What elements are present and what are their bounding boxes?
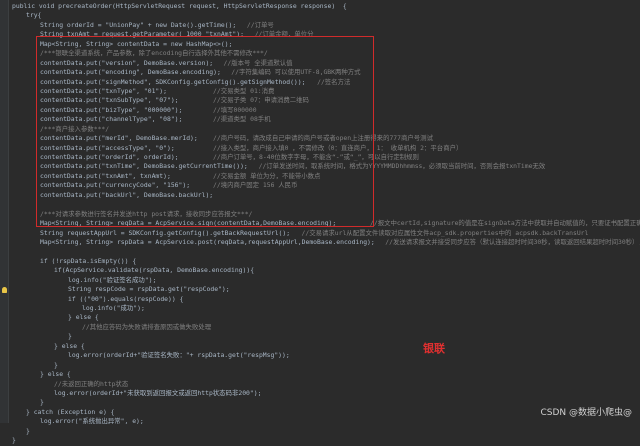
code-comment: //订单号 [246, 20, 274, 29]
code-line[interactable]: } [8, 332, 640, 341]
code-line[interactable]: } else { [8, 342, 640, 351]
watermark: CSDN @数据小爬虫@ [540, 408, 632, 418]
code-line[interactable]: try{ [8, 11, 640, 20]
code-text: //其他应答码为失败请排查原因或做失败处理 [82, 322, 212, 331]
code-line[interactable]: String respCode = rspData.get("respCode"… [8, 285, 640, 294]
code-line[interactable]: //其他应答码为失败请排查原因或做失败处理 [8, 323, 640, 332]
code-text: //未返回正确的http状态 [54, 379, 129, 388]
code-line[interactable]: } else { [8, 313, 640, 322]
code-comment: //发送请求报文并接受同步应答（默认连接超时时间30秒，读取返回结果超时时间30… [385, 237, 640, 246]
code-text: } catch (Exception e) { [26, 407, 115, 416]
code-text: Map<String, String> rspData = AcpService… [40, 237, 375, 246]
code-comment: //报文中certId,signature的值是在signData方法中获取并自… [370, 219, 640, 228]
code-text: } [12, 436, 16, 445]
code-text: log.info("验证签名成功"); [68, 275, 157, 284]
code-text: String respCode = rspData.get("respCode"… [68, 285, 230, 294]
code-text: log.info("成功"); [82, 304, 145, 312]
code-line[interactable]: log.info("验证签名成功"); [8, 276, 640, 285]
code-line[interactable]: //未返回正确的http状态 [8, 380, 640, 389]
code-text: } [54, 360, 58, 369]
code-text: public void precreateOrder(HttpServletRe… [12, 2, 347, 10]
code-line[interactable]: if (!rspData.isEmpty()) { [8, 257, 640, 266]
code-text: log.error(orderId+"验证签名失败："+ rspData.get… [68, 351, 290, 360]
code-text: } [68, 332, 72, 341]
code-line[interactable]: log.error(orderId+"未获取到返回报文或返回http状态码非20… [8, 389, 640, 398]
code-text: if (!rspData.isEmpty()) { [40, 256, 137, 265]
code-text: String orderId = "UnionPay" + new Date()… [40, 20, 237, 29]
code-line[interactable]: String orderId = "UnionPay" + new Date()… [8, 21, 640, 30]
code-line[interactable]: log.error("系统抛出异常", e); [8, 417, 640, 426]
code-text: try{ [26, 11, 42, 20]
code-line[interactable]: if (("00").equals(respCode)) { [8, 295, 640, 304]
code-line[interactable] [8, 247, 640, 256]
code-text: log.error(orderId+"未获取到返回报文或返回http状态码非20… [54, 388, 262, 397]
code-line[interactable]: log.info("成功"); [8, 304, 640, 313]
code-line[interactable]: } [8, 427, 640, 436]
code-text: } else { [68, 313, 99, 322]
code-line[interactable]: public void precreateOrder(HttpServletRe… [8, 2, 640, 11]
code-editor[interactable]: public void precreateOrder(HttpServletRe… [0, 0, 640, 444]
code-text: if (("00").equals(respCode)) { [68, 294, 184, 303]
code-line[interactable]: } [8, 436, 640, 445]
code-text: String requestAppUrl = SDKConfig.getConf… [40, 228, 291, 237]
code-text: } [26, 426, 30, 435]
code-comment: //交易请求url从配置文件读取对应属性文件acp_sdk.properties… [301, 228, 589, 237]
code-text: log.error("系统抛出异常", e); [40, 417, 144, 426]
code-line[interactable]: } [8, 361, 640, 370]
code-text: } [40, 398, 44, 407]
code-line[interactable]: } else { [8, 370, 640, 379]
code-text: if(AcpService.validate(rspData, DemoBase… [54, 266, 255, 275]
code-line[interactable]: String requestAppUrl = SDKConfig.getConf… [8, 229, 640, 238]
lightbulb-icon[interactable] [2, 287, 7, 293]
code-line[interactable]: if(AcpService.validate(rspData, DemoBase… [8, 266, 640, 275]
code-text: } else { [40, 370, 71, 379]
code-line[interactable]: Map<String, String> rspData = AcpService… [8, 238, 640, 247]
code-text: } else { [54, 341, 85, 350]
annotation-box [36, 36, 374, 227]
code-line[interactable]: log.error(orderId+"验证签名失败："+ rspData.get… [8, 351, 640, 360]
annotation-label: 银联 [423, 342, 445, 355]
